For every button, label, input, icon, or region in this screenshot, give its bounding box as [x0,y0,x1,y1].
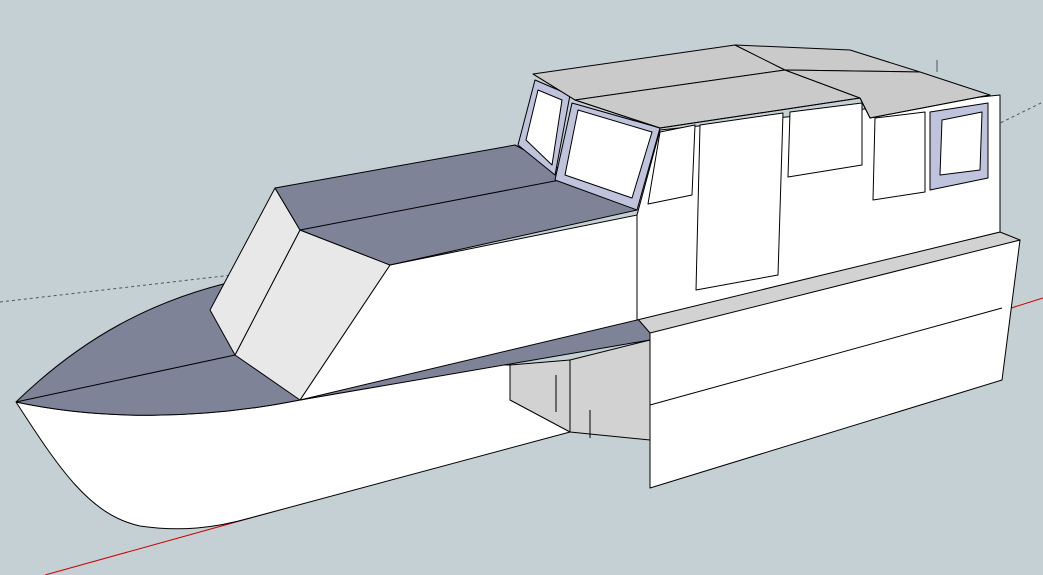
rear-window-glass [939,111,983,176]
side-window-2[interactable] [787,102,863,178]
sketchup-3d-viewport[interactable] [0,0,1043,575]
cabin-door[interactable] [695,112,784,291]
model-canvas[interactable] [0,0,1043,575]
keel-block-front [569,339,651,441]
side-window-3[interactable] [872,111,926,201]
